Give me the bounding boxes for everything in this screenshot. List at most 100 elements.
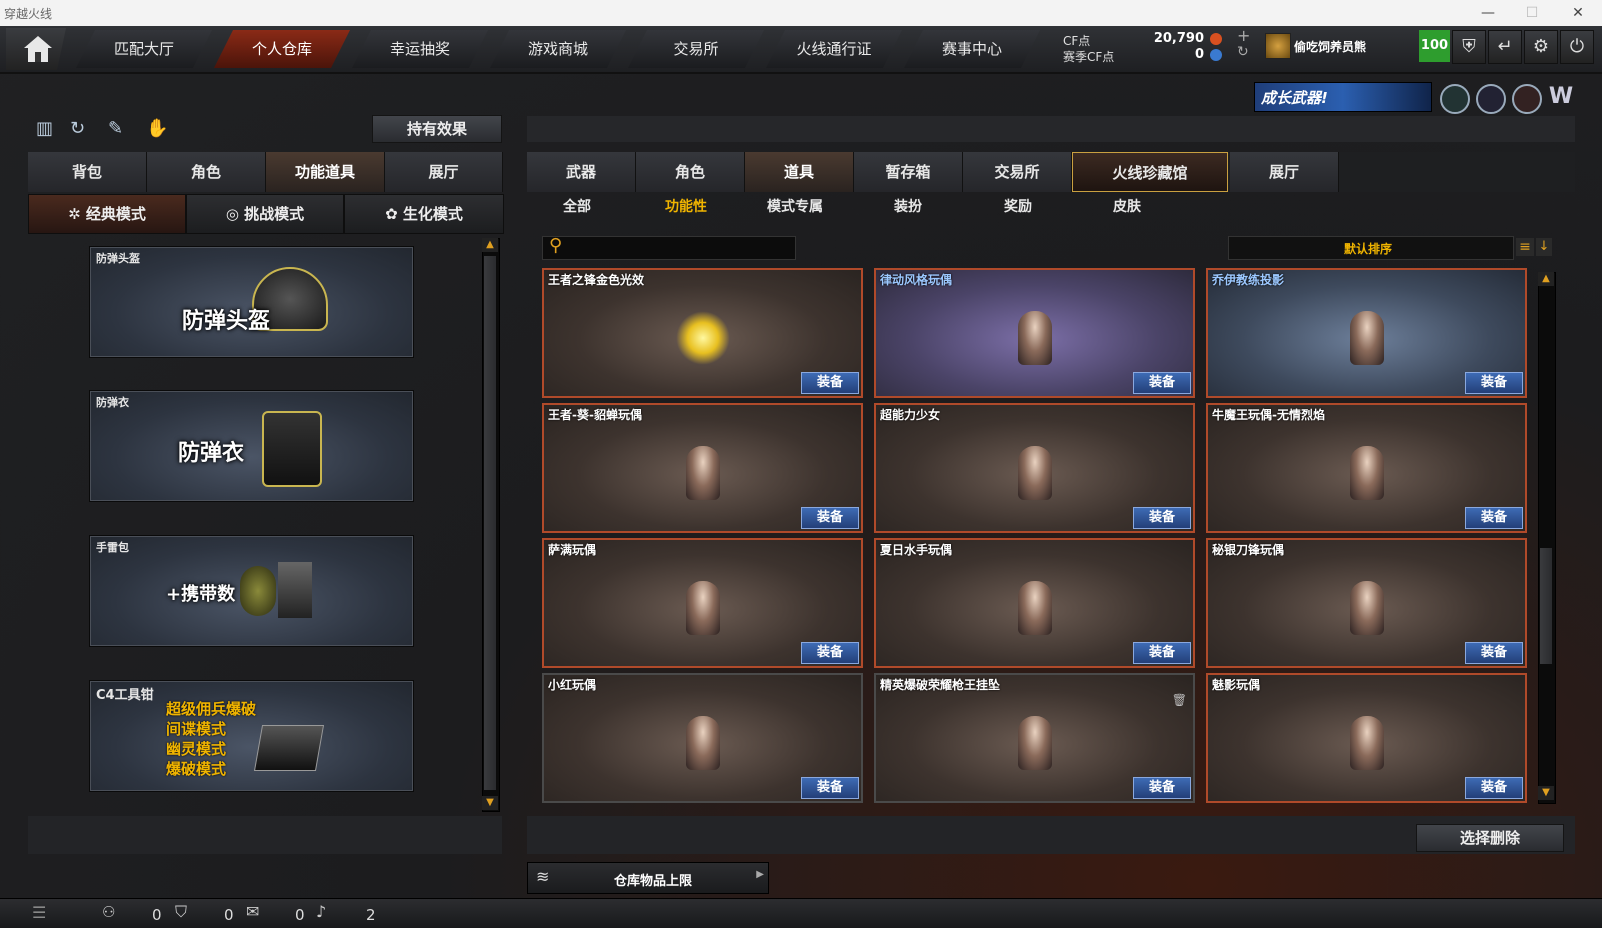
chat-icon[interactable]: ✉ xyxy=(246,902,259,921)
sort-direction-icon[interactable]: ↓ xyxy=(1536,238,1552,256)
item-card-c4-pliers[interactable]: C4工具钳 超级佣兵爆破 间谍模式 幽灵模式 爆破模式 xyxy=(89,680,414,792)
left-tab-functional[interactable]: 功能道具 xyxy=(266,152,385,192)
select-delete-button[interactable]: 选择删除 xyxy=(1416,824,1564,852)
menu-list-icon[interactable]: ☰ xyxy=(32,903,46,922)
nav-tab-warehouse[interactable]: 个人仓库 xyxy=(214,30,350,68)
close-button[interactable]: ✕ xyxy=(1556,2,1600,24)
item-card[interactable]: 超能力少女 装备 xyxy=(874,403,1195,533)
bag-icon[interactable]: ✋ xyxy=(146,118,168,140)
right-scroll-down-icon[interactable]: ▼ xyxy=(1538,786,1554,800)
window-titlebar: 穿越火线 — ☐ ✕ xyxy=(0,0,1602,27)
equip-button[interactable]: 装备 xyxy=(801,777,859,799)
right-tab-storage[interactable]: 暂存箱 xyxy=(854,152,963,192)
left-tab-character[interactable]: 角色 xyxy=(147,152,266,192)
subtab-skin[interactable]: 皮肤 xyxy=(1113,196,1141,216)
recycle-icon[interactable]: ↻ xyxy=(70,118,92,140)
item-card[interactable]: 夏日水手玩偶 装备 xyxy=(874,538,1195,668)
subtab-functional[interactable]: 功能性 xyxy=(665,196,707,216)
right-scroll-thumb[interactable] xyxy=(1540,548,1552,664)
subtab-all[interactable]: 全部 xyxy=(563,196,591,216)
mode-tab-challenge[interactable]: ◎ 挑战模式 xyxy=(186,194,344,234)
user-name[interactable]: 偷吃饲养员熊 xyxy=(1294,38,1366,55)
nav-tab-pass[interactable]: 火线通行证 xyxy=(766,30,902,68)
search-input[interactable] xyxy=(569,239,793,257)
maximize-button[interactable]: ☐ xyxy=(1510,2,1554,24)
equip-button[interactable]: 装备 xyxy=(1133,372,1191,394)
item-card[interactable]: 秘银刀锋玩偶 装备 xyxy=(1206,538,1527,668)
friends-icon[interactable]: ⚇ xyxy=(102,903,115,921)
item-figure-icon xyxy=(1017,446,1052,501)
return-icon[interactable]: ↵ xyxy=(1488,30,1522,64)
equip-button[interactable]: 装备 xyxy=(1465,777,1523,799)
ranking-icon[interactable]: ▥ xyxy=(36,118,58,140)
item-figure-icon xyxy=(1349,716,1384,771)
minimize-button[interactable]: — xyxy=(1466,2,1510,24)
sort-dropdown[interactable]: 默认排序 xyxy=(1228,236,1514,260)
nav-tab-lottery[interactable]: 幸运抽奖 xyxy=(352,30,488,68)
nav-tab-exchange[interactable]: 交易所 xyxy=(628,30,764,68)
home-button[interactable] xyxy=(6,28,66,70)
item-card[interactable]: 律动风格玩偶 装备 xyxy=(874,268,1195,398)
equip-button[interactable]: 装备 xyxy=(1133,777,1191,799)
right-scrollbar[interactable] xyxy=(1538,272,1556,804)
left-tab-showroom[interactable]: 展厅 xyxy=(385,152,503,192)
right-tab-items[interactable]: 道具 xyxy=(745,152,854,192)
search-field[interactable]: ⚲ xyxy=(542,235,796,260)
item-card[interactable]: 王者-葵-貂蝉玩偶 装备 xyxy=(542,403,863,533)
w-logo-icon[interactable]: W xyxy=(1548,84,1574,110)
equip-button[interactable]: 装备 xyxy=(1465,372,1523,394)
item-card-vest[interactable]: 防弹衣 防弹衣 xyxy=(89,390,414,502)
character-icon[interactable]: ✎ xyxy=(108,118,130,140)
right-tab-showroom[interactable]: 展厅 xyxy=(1230,152,1339,192)
equip-button[interactable]: 装备 xyxy=(1465,507,1523,529)
trash-icon[interactable]: 🗑 xyxy=(1172,693,1187,707)
item-card[interactable]: 牛魔王玩偶-无情烈焰 装备 xyxy=(1206,403,1527,533)
left-tab-backpack[interactable]: 背包 xyxy=(28,152,147,192)
add-cf-button[interactable]: + xyxy=(1237,26,1250,45)
subtab-reward[interactable]: 奖励 xyxy=(1004,196,1032,216)
equip-button[interactable]: 装备 xyxy=(801,642,859,664)
clan-shield-icon[interactable]: ⛉ xyxy=(175,902,187,922)
item-card[interactable]: 乔伊教练投影 装备 xyxy=(1206,268,1527,398)
equip-button[interactable]: 装备 xyxy=(1465,642,1523,664)
item-card[interactable]: 精英爆破荣耀枪王挂坠 🗑 装备 xyxy=(874,673,1195,803)
holding-effects-button[interactable]: 持有效果 xyxy=(372,115,502,143)
nav-tab-match[interactable]: 匹配大厅 xyxy=(76,30,212,68)
growth-weapon-banner[interactable]: 成长武器! xyxy=(1254,82,1432,112)
left-scroll-down-icon[interactable]: ▼ xyxy=(482,796,498,810)
mode-tab-classic[interactable]: ✲ 经典模式 xyxy=(28,194,186,234)
item-card[interactable]: 萨满玩偶 装备 xyxy=(542,538,863,668)
right-tab-exchange[interactable]: 交易所 xyxy=(963,152,1072,192)
volume-icon[interactable]: ♪ xyxy=(316,902,326,921)
item-card[interactable]: 魅影玩偶 装备 xyxy=(1206,673,1527,803)
left-scroll-up-icon[interactable]: ▲ xyxy=(482,238,498,252)
nav-tab-events[interactable]: 赛事中心 xyxy=(904,30,1040,68)
shield-icon[interactable]: ⛨ xyxy=(1452,30,1486,64)
equip-button[interactable]: 装备 xyxy=(801,372,859,394)
nav-tab-shop[interactable]: 游戏商城 xyxy=(490,30,626,68)
settings-gear-icon[interactable]: ⚙ xyxy=(1524,30,1558,64)
mode-tab-biochem[interactable]: ✿ 生化模式 xyxy=(344,194,504,234)
right-tab-collection[interactable]: 火线珍藏馆 xyxy=(1072,152,1228,192)
left-scroll-thumb[interactable] xyxy=(484,256,496,790)
equip-button[interactable]: 装备 xyxy=(1133,507,1191,529)
item-card-grenade-pack[interactable]: 手雷包 +携带数 xyxy=(89,535,414,647)
list-view-icon[interactable]: ≡ xyxy=(1516,238,1534,256)
globe-icon[interactable] xyxy=(1476,84,1506,114)
expand-arrow-icon: ▶ xyxy=(756,869,764,880)
item-card[interactable]: 小红玩偶 装备 xyxy=(542,673,863,803)
equip-button[interactable]: 装备 xyxy=(1133,642,1191,664)
equip-button[interactable]: 装备 xyxy=(801,507,859,529)
right-tab-weapons[interactable]: 武器 xyxy=(527,152,636,192)
badge-icon-1[interactable] xyxy=(1440,84,1470,114)
right-scroll-up-icon[interactable]: ▲ xyxy=(1538,272,1554,286)
subtab-cosmetic[interactable]: 装扮 xyxy=(894,196,922,216)
subtab-mode-exclusive[interactable]: 模式专属 xyxy=(767,196,823,216)
star-badge-icon[interactable] xyxy=(1512,84,1542,114)
item-card-helmet[interactable]: 防弹头盔 防弹头盔 xyxy=(89,246,414,358)
right-tab-characters[interactable]: 角色 xyxy=(636,152,745,192)
item-card[interactable]: 王者之锋金色光效 装备 xyxy=(542,268,863,398)
storage-limit-bar[interactable]: ≋ 仓库物品上限 ▶ xyxy=(527,862,769,894)
power-icon[interactable]: ⏻ xyxy=(1560,30,1594,64)
refresh-icon[interactable]: ↻ xyxy=(1237,44,1249,60)
